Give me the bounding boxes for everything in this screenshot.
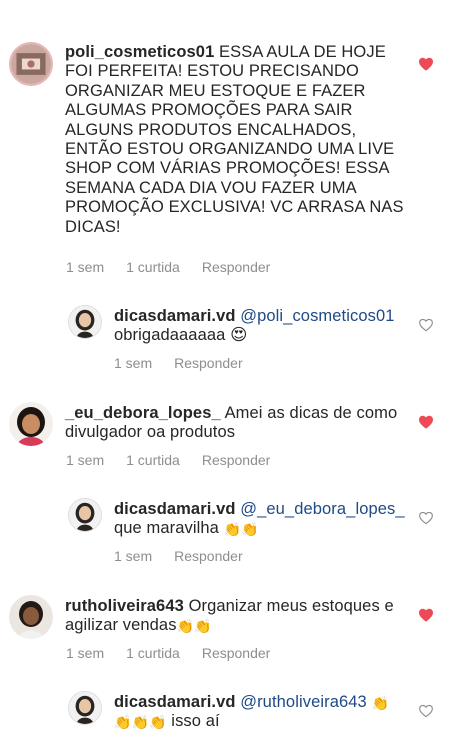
heart-liked-icon[interactable]	[418, 415, 434, 429]
reply-meta: 1 sem Responder	[114, 548, 243, 564]
profile-photo-icon	[69, 499, 101, 531]
comment-likes-link[interactable]: 1 curtida	[126, 452, 180, 468]
comment-time: 1 sem	[66, 452, 105, 468]
avatar[interactable]	[68, 498, 102, 532]
profile-photo-icon	[69, 692, 101, 724]
avatar[interactable]	[9, 42, 53, 86]
reply-button[interactable]: Responder	[174, 548, 243, 564]
mention-link[interactable]: @rutholiveira643	[240, 693, 367, 711]
reply-button[interactable]: Responder	[174, 355, 243, 371]
profile-photo-icon	[9, 595, 53, 639]
mention-link[interactable]: @_eu_debora_lopes_	[240, 500, 404, 518]
clapping-hands-icon: 👏👏	[223, 521, 259, 538]
clapping-hands-icon: 👏	[371, 695, 390, 711]
reply-text: dicasdamari.vd @poli_cosmeticos01 obriga…	[114, 307, 414, 346]
reply-meta: 1 sem Responder	[114, 355, 243, 371]
comment-likes-link[interactable]: 1 curtida	[126, 259, 180, 275]
heart-liked-icon[interactable]	[418, 608, 434, 622]
reply-button[interactable]: Responder	[202, 645, 271, 661]
profile-photo-icon	[11, 44, 51, 84]
reply-body: que maravilha	[114, 519, 219, 538]
heart-outline-icon[interactable]	[418, 704, 434, 718]
avatar[interactable]	[9, 595, 53, 639]
reply-username[interactable]: dicasdamari.vd	[114, 307, 236, 325]
comment-body: ESSA AULA DE HOJE FOI PERFEITA! ESTOU PR…	[65, 43, 404, 236]
comment-username[interactable]: rutholiveira643	[65, 597, 184, 615]
comment-text: poli_cosmeticos01 ESSA AULA DE HOJE FOI …	[65, 43, 410, 237]
comment-time: 1 sem	[66, 259, 105, 275]
comment-time: 1 sem	[66, 645, 105, 661]
mention-link[interactable]: @poli_cosmeticos01	[240, 307, 394, 325]
comment-meta: 1 sem 1 curtida Responder	[66, 259, 270, 275]
avatar[interactable]	[9, 402, 53, 446]
avatar[interactable]	[68, 305, 102, 339]
reply-username[interactable]: dicasdamari.vd	[114, 500, 236, 518]
comment-meta: 1 sem 1 curtida Responder	[66, 645, 270, 661]
comment-username[interactable]: _eu_debora_lopes_	[65, 404, 221, 422]
reply-button[interactable]: Responder	[202, 452, 271, 468]
reply-body: isso aí	[171, 712, 220, 731]
reply-text: dicasdamari.vd @rutholiveira643 👏 👏👏👏 is…	[114, 693, 414, 732]
avatar[interactable]	[68, 691, 102, 725]
reply-time: 1 sem	[114, 355, 153, 371]
reply-body: obrigadaaaaaa 😍	[114, 326, 248, 345]
profile-photo-icon	[69, 306, 101, 338]
clapping-hands-icon: 👏👏👏	[114, 714, 167, 731]
comment-text: rutholiveira643 Organizar meus estoques …	[65, 597, 410, 636]
reply-time: 1 sem	[114, 548, 153, 564]
reply-username[interactable]: dicasdamari.vd	[114, 693, 236, 711]
reply-text: dicasdamari.vd @_eu_debora_lopes_ que ma…	[114, 500, 414, 539]
reply-button[interactable]: Responder	[202, 259, 271, 275]
comment-meta: 1 sem 1 curtida Responder	[66, 452, 270, 468]
heart-outline-icon[interactable]	[418, 511, 434, 525]
heart-outline-icon[interactable]	[418, 318, 434, 332]
comment-likes-link[interactable]: 1 curtida	[126, 645, 180, 661]
comment-username[interactable]: poli_cosmeticos01	[65, 43, 214, 61]
profile-photo-icon	[9, 402, 53, 446]
comment-text: _eu_debora_lopes_ Amei as dicas de como …	[65, 404, 410, 443]
clapping-hands-icon: 👏👏	[176, 618, 212, 635]
heart-liked-icon[interactable]	[418, 57, 434, 71]
